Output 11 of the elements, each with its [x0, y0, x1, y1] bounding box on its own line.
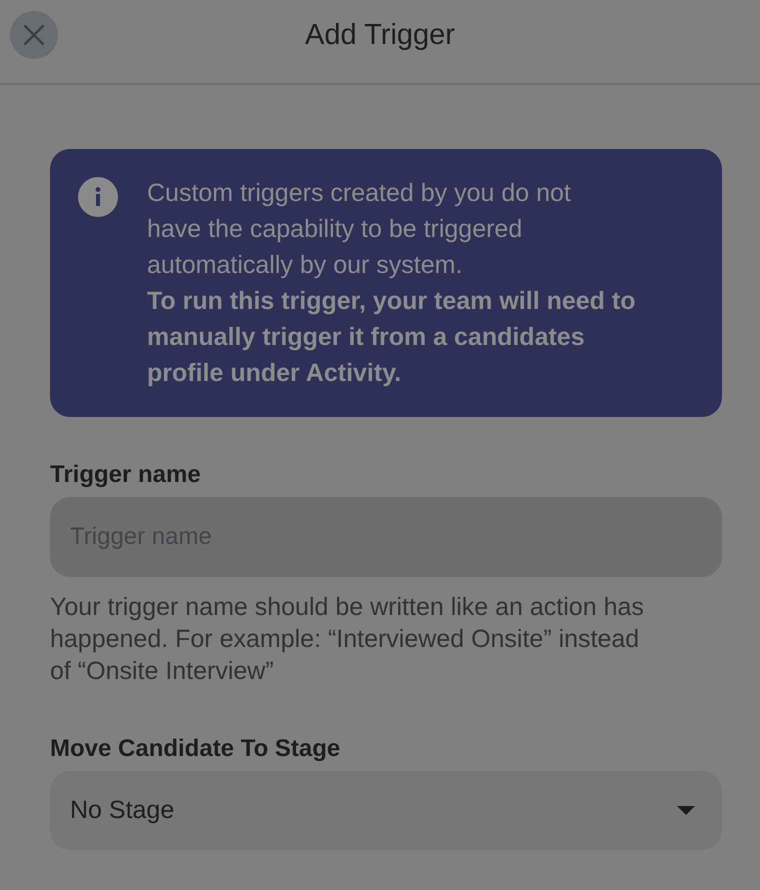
field-label: Move Candidate To Stage [50, 734, 342, 764]
stage-dropdown[interactable]: No Stage [50, 771, 722, 850]
field-label: Trigger name [50, 460, 202, 490]
info-message: Custom triggers created by you do not have the capability to be triggered automatically by our system. [147, 178, 572, 281]
help-text: Your trigger name should be written like an action has happened. For example: “Interviewed Onsite” instead of “Onsite Interview” [50, 592, 645, 687]
dialog-title: Add Trigger [305, 19, 455, 52]
close-icon [24, 25, 44, 45]
close-button[interactable] [10, 11, 58, 59]
caret-icon [677, 806, 695, 815]
info-icon [78, 177, 118, 217]
info-emphasis: To run this trigger, your team will need to manually trigger it from a candidates profile under Activity. [147, 286, 636, 389]
